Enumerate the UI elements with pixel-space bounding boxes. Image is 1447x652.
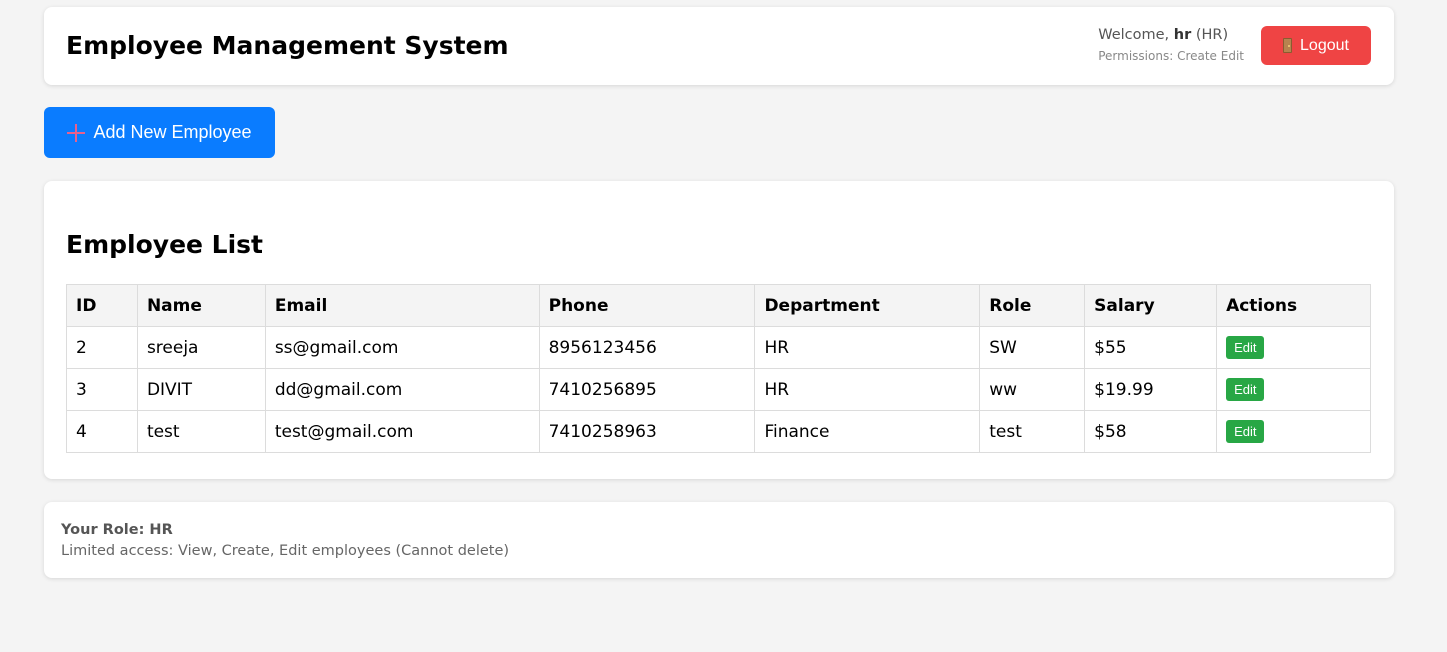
page-title: Employee Management System: [66, 31, 509, 60]
table-row: 2 sreeja ss@gmail.com 8956123456 HR SW $…: [66, 326, 1371, 369]
table-row: 3 DIVIT dd@gmail.com 7410256895 HR ww $1…: [66, 368, 1371, 411]
user-role: (HR): [1195, 27, 1229, 43]
cell-name: DIVIT: [136, 368, 266, 411]
column-header-name: Name: [136, 284, 266, 327]
column-header-actions: Actions: [1216, 284, 1371, 327]
column-header-role: Role: [979, 284, 1086, 327]
cell-id: 3: [66, 368, 138, 411]
logout-label: Logout: [1300, 36, 1349, 54]
cell-phone: 7410258963: [538, 410, 756, 453]
permissions-text: Permissions: Create Edit: [1098, 49, 1244, 63]
username: hr: [1173, 27, 1192, 43]
cell-name: sreeja: [136, 326, 266, 369]
employee-list-card: Employee List ID Name Email Phone Depart…: [44, 181, 1394, 479]
add-employee-label: Add New Employee: [93, 122, 252, 142]
cell-salary: $19.99: [1084, 368, 1218, 411]
door-icon: [1283, 38, 1293, 53]
cell-role: ww: [979, 368, 1086, 411]
role-description: Limited access: View, Create, Edit emplo…: [61, 543, 510, 559]
cell-department: Finance: [754, 410, 981, 453]
app-header: Employee Management System Welcome, hr (…: [44, 7, 1394, 85]
cell-id: 2: [66, 326, 138, 369]
cell-salary: $58: [1084, 410, 1218, 453]
cell-email: test@gmail.com: [264, 410, 540, 453]
cell-actions: Edit: [1216, 410, 1371, 453]
role-info-card: Your Role: HR Limited access: View, Crea…: [44, 502, 1394, 578]
cell-department: HR: [754, 326, 981, 369]
user-info: Welcome, hr (HR) Permissions: Create Edi…: [1098, 27, 1244, 63]
welcome-text: Welcome, hr (HR): [1098, 27, 1244, 43]
cell-email: ss@gmail.com: [264, 326, 540, 369]
cell-actions: Edit: [1216, 368, 1371, 411]
add-employee-button[interactable]: Add New Employee: [44, 107, 275, 158]
column-header-email: Email: [264, 284, 540, 327]
cell-department: HR: [754, 368, 981, 411]
plus-icon: [67, 123, 86, 142]
employee-table: ID Name Email Phone Department Role Sala…: [66, 284, 1371, 453]
logout-button[interactable]: Logout: [1261, 26, 1371, 65]
welcome-prefix: Welcome,: [1098, 27, 1170, 43]
edit-button[interactable]: Edit: [1226, 336, 1265, 359]
cell-name: test: [136, 410, 266, 453]
column-header-salary: Salary: [1084, 284, 1218, 327]
edit-button[interactable]: Edit: [1226, 378, 1265, 401]
employee-list-title: Employee List: [66, 230, 264, 259]
app-root: Employee Management System Welcome, hr (…: [0, 0, 1447, 652]
cell-role: test: [979, 410, 1086, 453]
cell-actions: Edit: [1216, 326, 1371, 369]
cell-salary: $55: [1084, 326, 1218, 369]
cell-id: 4: [66, 410, 138, 453]
edit-button[interactable]: Edit: [1226, 420, 1265, 443]
table-row: 4 test test@gmail.com 7410258963 Finance…: [66, 410, 1371, 453]
column-header-department: Department: [754, 284, 981, 327]
cell-role: SW: [979, 326, 1086, 369]
column-header-id: ID: [66, 284, 138, 327]
cell-phone: 8956123456: [538, 326, 756, 369]
role-title: Your Role: HR: [61, 522, 173, 538]
cell-email: dd@gmail.com: [264, 368, 540, 411]
column-header-phone: Phone: [538, 284, 756, 327]
cell-phone: 7410256895: [538, 368, 756, 411]
table-header-row: ID Name Email Phone Department Role Sala…: [66, 284, 1371, 327]
